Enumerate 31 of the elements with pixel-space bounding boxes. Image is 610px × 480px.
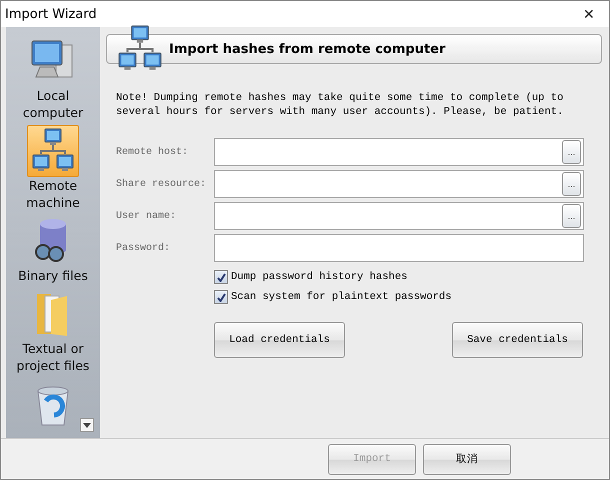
sidebar-label[interactable]: Remote machine: [8, 177, 98, 211]
sidebar-label[interactable]: Textual or project files: [8, 340, 98, 374]
caret-down-icon: [83, 422, 91, 428]
window-title: Import Wizard: [5, 6, 97, 22]
field-label: Remote host:: [116, 146, 190, 158]
field-label: Password:: [116, 242, 172, 254]
sidebar-label[interactable]: Local computer: [8, 87, 98, 121]
input-field[interactable]: ...: [214, 170, 584, 198]
input-field[interactable]: [214, 234, 584, 262]
network-icon: [30, 128, 76, 174]
sidebar-item[interactable]: [27, 125, 79, 177]
checkbox[interactable]: [214, 290, 228, 304]
browse-button[interactable]: ...: [562, 172, 581, 196]
header-title: Import hashes from remote computer: [169, 42, 446, 56]
input-field[interactable]: ...: [214, 202, 584, 230]
scroll-down-button[interactable]: [80, 418, 94, 432]
footer-button[interactable]: 取消: [423, 444, 511, 474]
credentials-button[interactable]: Save credentials: [452, 322, 583, 358]
note-text: Note! Dumping remote hashes may take quite some time to complete (up to several hours for servers with many user accounts). Please, be patient.: [116, 91, 564, 119]
browse-button[interactable]: ...: [562, 204, 581, 228]
checkbox[interactable]: [214, 270, 228, 284]
checkbox-label[interactable]: Scan system for plaintext passwords: [231, 291, 452, 303]
close-button[interactable]: ✕: [569, 1, 609, 27]
field-label: User name:: [116, 210, 178, 222]
field-label: Share resource:: [116, 178, 208, 190]
input-field[interactable]: ...: [214, 138, 584, 166]
credentials-button[interactable]: Load credentials: [214, 322, 345, 358]
network-icon: [118, 26, 162, 70]
checkbox-label[interactable]: Dump password history hashes: [231, 271, 408, 283]
browse-button[interactable]: ...: [562, 140, 581, 164]
sidebar-label[interactable]: Binary files: [8, 267, 98, 284]
